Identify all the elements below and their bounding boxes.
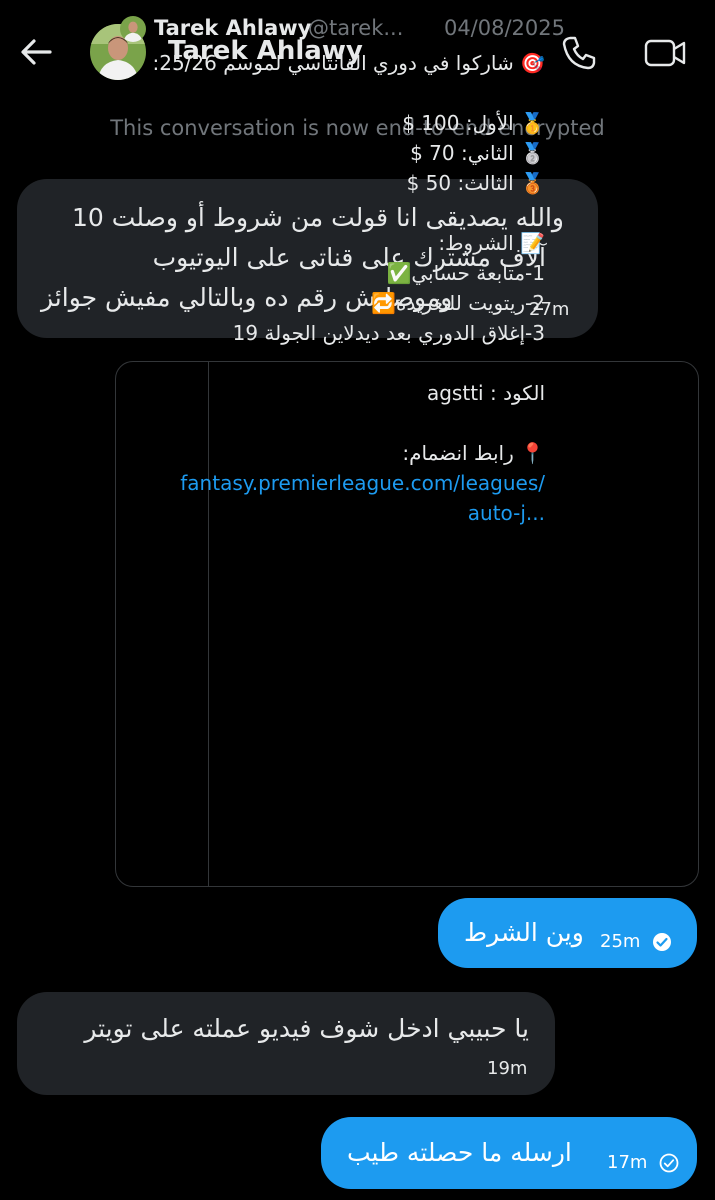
message-bubble-incoming[interactable]: يا حبيبي ادخل شوف فيديو عملته على تويتر … <box>17 992 555 1095</box>
phone-icon[interactable] <box>560 34 598 72</box>
quoted-line: 📝 الشروط: <box>438 231 545 255</box>
quoted-line: 3-إغلاق الدوري بعد ديدلاين الجولة 19 <box>232 321 545 345</box>
message-bubble-outgoing[interactable]: ارسله ما حصلته طيب 17m <box>321 1117 697 1189</box>
quoted-line <box>120 198 545 228</box>
back-arrow-icon[interactable] <box>18 34 54 70</box>
quoted-author-name: Tarek Ahlawy <box>154 16 312 40</box>
quoted-line <box>120 348 545 378</box>
quoted-line: 📍 رابط انضمام: <box>402 441 545 465</box>
video-camera-icon[interactable] <box>644 36 686 70</box>
quoted-author-avatar <box>120 16 146 42</box>
message-text: ارسله ما حصلته طيب <box>347 1138 572 1167</box>
quoted-link[interactable]: fantasy.premierleague.com/leagues/ <box>120 468 545 498</box>
quoted-line: الكود : agstti <box>426 381 545 405</box>
quoted-line: 🥈 الثاني: 70 $ <box>410 141 545 165</box>
quoted-post-date: 04/08/2025 <box>443 16 565 40</box>
message-bubble-outgoing[interactable]: وين الشرط 25m <box>438 898 697 968</box>
quoted-line <box>120 408 545 438</box>
message-time: 25m <box>600 931 641 952</box>
message-text: يا حبيبي ادخل شوف فيديو عملته على تويتر <box>84 1014 529 1043</box>
quoted-line: 2-ريتويت للتغريدة🔁 <box>371 291 545 315</box>
quoted-line: 🥉 الثالث: 50 $ <box>406 171 545 195</box>
quoted-link[interactable]: auto-j... <box>120 498 545 528</box>
message-time: 19m <box>487 1058 528 1079</box>
quoted-line <box>120 78 545 108</box>
quoted-line: 1-متابعة حسابي✅ <box>386 261 545 285</box>
quoted-author-handle: @tarek... <box>308 16 404 40</box>
message-text: وين الشرط <box>464 918 584 947</box>
quoted-line: 🎯 شاركوا في دوري الفانتاسي لموسم 25/26: <box>152 51 545 75</box>
quoted-post-header: Tarek Ahlawy @tarek... 04/08/2025 <box>120 16 565 46</box>
quoted-line: 🥇 الأول: 100 $ <box>402 111 545 135</box>
check-circle-outline-icon <box>659 1153 679 1173</box>
check-circle-filled-icon <box>653 933 671 951</box>
message-time: 17m <box>607 1152 648 1173</box>
quoted-post-body: 🎯 شاركوا في دوري الفانتاسي لموسم 25/26: … <box>120 48 545 528</box>
